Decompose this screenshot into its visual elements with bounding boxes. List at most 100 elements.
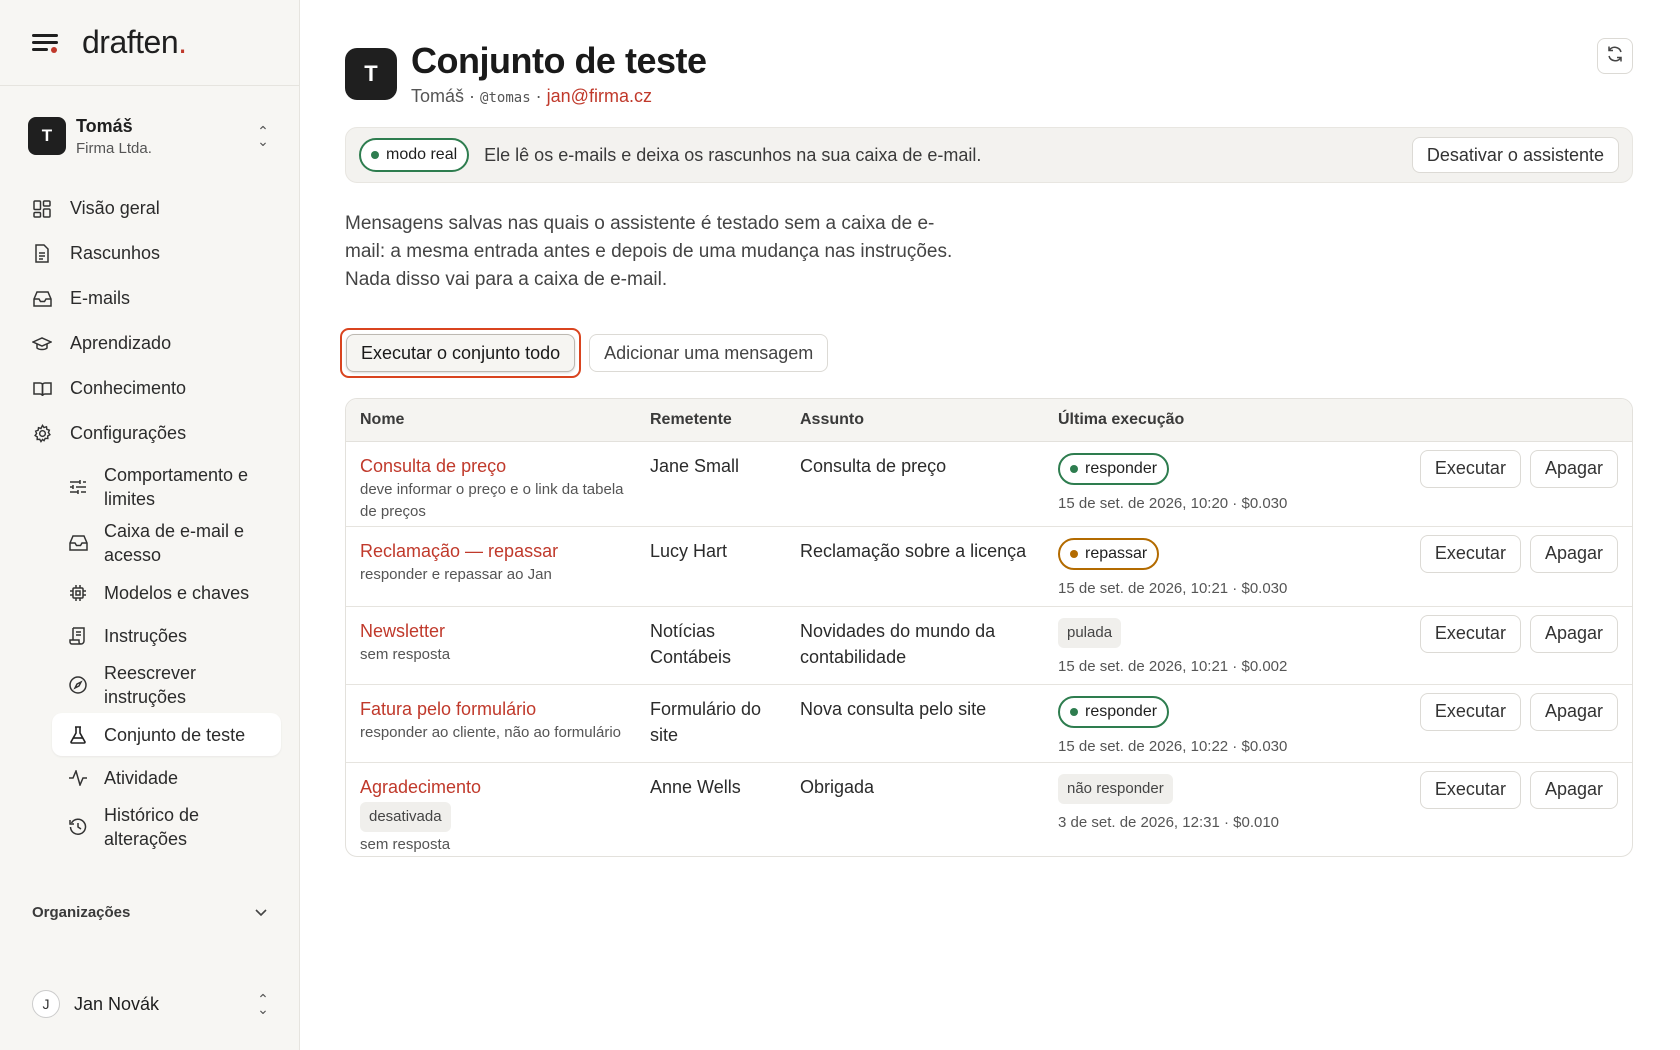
- assistant-owner: Tomáš: [411, 86, 465, 106]
- user-menu[interactable]: J Jan Novák ⌃ ⌄: [32, 990, 271, 1018]
- cell-actions: Executar Apagar: [1344, 684, 1632, 763]
- run-meta: 3 de set. de 2026, 12:31 · $0.010: [1058, 813, 1280, 831]
- cell-subject: Consulta de preço: [786, 441, 1044, 527]
- test-message-name[interactable]: Newsletter: [360, 618, 636, 644]
- page-header: T Conjunto de teste Tomáš · @tomas · jan…: [345, 40, 1633, 107]
- nav-item-models[interactable]: Modelos e chaves: [52, 571, 281, 614]
- assistant-email[interactable]: jan@firma.cz: [547, 86, 652, 106]
- cell-last-run: responder 15 de set. de 2026, 10:22 · $0…: [1044, 684, 1344, 763]
- nav-item-drafts[interactable]: Rascunhos: [18, 231, 281, 276]
- nav-item-activity[interactable]: Atividade: [52, 756, 281, 799]
- nav-item-rewrite[interactable]: Reescrever instruções: [52, 657, 281, 713]
- status-dot-icon: [1070, 549, 1078, 558]
- main-nav: Visão geral Rascunhos E-mails Aprendizad…: [0, 186, 299, 456]
- add-message-button[interactable]: Adicionar uma mensagem: [589, 334, 829, 372]
- nav-item-emails[interactable]: E-mails: [18, 276, 281, 321]
- separator: ·: [469, 86, 476, 106]
- test-message-name[interactable]: Consulta de preço: [360, 453, 636, 479]
- book-icon: [32, 379, 52, 399]
- table-row: Newsletter sem resposta Notícias Contábe…: [346, 606, 1632, 685]
- run-button[interactable]: Executar: [1419, 692, 1521, 731]
- nav-label: Histórico de alterações: [104, 805, 200, 849]
- run-meta: 15 de set. de 2026, 10:22 · $0.030: [1058, 737, 1288, 755]
- test-message-name[interactable]: Fatura pelo formulário: [360, 696, 636, 722]
- disable-assistant-button[interactable]: Desativar o assistente: [1411, 137, 1619, 173]
- column-header-name: Nome: [346, 399, 636, 442]
- refresh-button[interactable]: [1597, 38, 1633, 74]
- nav-label: Conhecimento: [70, 378, 187, 398]
- organizations-toggle[interactable]: Organizações: [32, 904, 267, 921]
- nav-item-history[interactable]: Histórico de alterações: [52, 799, 281, 855]
- cell-name: Reclamação — repassar responder e repass…: [346, 526, 636, 607]
- flask-icon: [68, 725, 88, 745]
- nav-item-overview[interactable]: Visão geral: [18, 186, 281, 231]
- inbox-icon: [68, 533, 88, 553]
- test-message-name[interactable]: Agradecimento: [360, 774, 636, 800]
- chevron-updown-icon: ⌃ ⌄: [257, 991, 269, 1017]
- scroll-icon: [68, 626, 88, 646]
- column-header-actions: [1344, 399, 1632, 442]
- table-header-row: Nome Remetente Assunto Última execução: [346, 399, 1632, 442]
- inbox-icon: [32, 289, 52, 309]
- toolbar: Executar o conjunto todo Adicionar uma m…: [340, 328, 1633, 378]
- nav-label: Aprendizado: [70, 333, 172, 353]
- delete-button[interactable]: Apagar: [1529, 692, 1618, 731]
- delete-button[interactable]: Apagar: [1529, 449, 1618, 488]
- cell-name: Consulta de preço deve informar o preço …: [346, 441, 636, 527]
- cell-sender: Lucy Hart: [636, 526, 786, 607]
- cell-subject: Nova consulta pelo site: [786, 684, 1044, 763]
- activity-icon: [68, 768, 88, 788]
- table-row: Consulta de preço deve informar o preço …: [346, 441, 1632, 527]
- status-badge: repassar: [1058, 537, 1160, 570]
- status-badge: não responder: [1058, 773, 1173, 804]
- cell-actions: Executar Apagar: [1344, 526, 1632, 607]
- page-subtitle: Tomáš · @tomas · jan@firma.cz: [411, 86, 707, 107]
- cell-actions: Executar Apagar: [1344, 606, 1632, 685]
- run-button[interactable]: Executar: [1419, 770, 1521, 809]
- user-avatar: J: [32, 990, 60, 1018]
- nav-item-learning[interactable]: Aprendizado: [18, 321, 281, 366]
- nav-item-behavior[interactable]: Comportamento e limites: [52, 459, 281, 515]
- run-button[interactable]: Executar: [1419, 449, 1521, 488]
- compass-icon: [68, 675, 88, 695]
- cell-actions: Executar Apagar: [1344, 441, 1632, 527]
- status-badge: responder: [1058, 695, 1170, 728]
- run-button[interactable]: Executar: [1419, 614, 1521, 653]
- run-all-button[interactable]: Executar o conjunto todo: [346, 334, 576, 372]
- highlight-frame: Executar o conjunto todo: [340, 328, 582, 378]
- brand-logo[interactable]: draften.: [82, 24, 187, 61]
- test-message-note: sem resposta: [360, 645, 451, 663]
- account-switcher[interactable]: T Tomáš Firma Ltda. ⌃ ⌄: [0, 86, 299, 186]
- sidebar: draften. T Tomáš Firma Ltda. ⌃ ⌄ Visão ge…: [0, 0, 300, 1050]
- cell-name: Agradecimento desativada sem resposta: [346, 762, 636, 856]
- run-button[interactable]: Executar: [1419, 534, 1521, 573]
- menu-icon[interactable]: [32, 32, 60, 54]
- nav-item-settings[interactable]: Configurações: [18, 411, 281, 456]
- assistant-avatar: T: [345, 47, 397, 100]
- refresh-icon: [1606, 45, 1624, 68]
- chip-icon: [68, 583, 88, 603]
- status-badge: responder: [1058, 452, 1170, 485]
- column-header-sender: Remetente: [636, 399, 786, 442]
- gear-icon: [32, 424, 52, 444]
- nav-item-mailbox[interactable]: Caixa de e-mail e acesso: [52, 515, 281, 571]
- nav-label: Comportamento e limites: [104, 465, 249, 509]
- status-dot-icon: [371, 151, 379, 159]
- test-message-name[interactable]: Reclamação — repassar: [360, 538, 636, 564]
- cell-sender: Jane Small: [636, 441, 786, 527]
- nav-label: Rascunhos: [70, 243, 161, 263]
- nav-label: Modelos e chaves: [104, 582, 250, 603]
- organizations-label: Organizações: [32, 904, 131, 921]
- nav-item-knowledge[interactable]: Conhecimento: [18, 366, 281, 411]
- delete-button[interactable]: Apagar: [1529, 534, 1618, 573]
- nav-item-testset[interactable]: Conjunto de teste: [52, 713, 281, 756]
- status-dot-icon: [1070, 464, 1078, 473]
- column-header-last-run: Última execução: [1044, 399, 1344, 442]
- table-row: Reclamação — repassar responder e repass…: [346, 526, 1632, 607]
- delete-button[interactable]: Apagar: [1529, 770, 1618, 809]
- run-meta: 15 de set. de 2026, 10:21 · $0.030: [1058, 579, 1288, 597]
- page-description: Mensagens salvas nas quais o assistente …: [345, 213, 953, 290]
- delete-button[interactable]: Apagar: [1529, 614, 1618, 653]
- nav-item-instructions[interactable]: Instruções: [52, 614, 281, 657]
- run-meta: 15 de set. de 2026, 10:21 · $0.002: [1058, 657, 1288, 675]
